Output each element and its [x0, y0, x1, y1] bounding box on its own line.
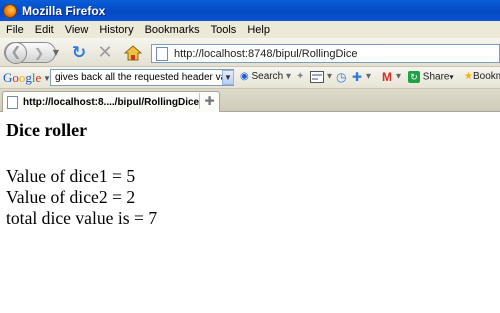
window-titlebar: Mozilla Firefox: [0, 0, 500, 21]
pagerank-icon[interactable]: [310, 71, 324, 86]
search-options-dropdown-icon[interactable]: ▾: [286, 71, 291, 82]
google-search-button[interactable]: ◉ Search: [240, 71, 283, 82]
navigation-toolbar: ❮ ❯ ▼ ↻ ✕ http://localhost:8748/bipul/Ro…: [0, 38, 500, 67]
tab-label: http://localhost:8..../bipul/RollingDice: [23, 96, 200, 108]
forward-arrow-icon[interactable]: ❯: [31, 45, 47, 61]
menu-view[interactable]: View: [61, 24, 96, 36]
tab-bar: http://localhost:8..../bipul/RollingDice…: [0, 89, 500, 112]
back-arrow-icon[interactable]: ❮: [5, 42, 27, 64]
dice-results: Value of dice1 = 5 Value of dice2 = 2 to…: [6, 166, 494, 229]
menu-bookmarks[interactable]: Bookmarks: [141, 24, 207, 36]
page-icon: [7, 95, 18, 109]
menu-help[interactable]: Help: [243, 24, 277, 36]
menu-tools[interactable]: Tools: [207, 24, 244, 36]
menu-bar: File Edit View History Bookmarks Tools H…: [0, 21, 500, 38]
page-heading: Dice roller: [6, 120, 88, 140]
address-bar[interactable]: http://localhost:8748/bipul/RollingDice: [151, 44, 500, 63]
total-value-line: total dice value is = 7: [6, 208, 158, 228]
gmail-dropdown-icon[interactable]: ▾: [396, 71, 401, 82]
home-icon[interactable]: [123, 44, 143, 62]
star-icon: ★: [464, 71, 473, 82]
binoculars-icon: ◉: [240, 71, 249, 82]
pagerank-dropdown-icon[interactable]: ▾: [327, 71, 332, 82]
share-button[interactable]: ↻ Share▾: [408, 71, 453, 83]
share-icon: ↻: [408, 71, 420, 83]
firefox-logo-icon: [3, 3, 17, 18]
new-tab-plus-icon[interactable]: ✚: [199, 93, 219, 109]
menu-history[interactable]: History: [95, 24, 140, 36]
dice1-value-line: Value of dice1 = 5: [6, 166, 136, 186]
tab-rolling-dice[interactable]: http://localhost:8..../bipul/RollingDice: [2, 91, 220, 112]
reload-icon[interactable]: ↻: [70, 44, 88, 62]
highlight-icon[interactable]: ✦: [296, 71, 304, 82]
gmail-icon[interactable]: M: [382, 70, 392, 84]
google-logo[interactable]: Google: [3, 70, 41, 86]
history-dropdown-icon[interactable]: ▼: [50, 47, 62, 59]
menu-edit[interactable]: Edit: [31, 24, 61, 36]
google-toolbar: Google ▼ gives back all the requested he…: [0, 67, 500, 89]
extras-dropdown-icon[interactable]: ▾: [366, 71, 371, 82]
share-dropdown-icon: ▾: [449, 72, 454, 82]
google-search-label: Search: [251, 71, 284, 82]
google-search-input[interactable]: gives back all the requested header valu…: [50, 69, 234, 86]
clock-icon[interactable]: ◷: [336, 70, 346, 84]
dice2-value-line: Value of dice2 = 2: [6, 187, 136, 207]
page-icon: [156, 46, 168, 61]
window-title: Mozilla Firefox: [22, 3, 106, 18]
google-search-dropdown-icon[interactable]: ▼: [222, 70, 234, 85]
bookmarks-button[interactable]: ★Bookm: [464, 71, 500, 82]
puzzle-icon[interactable]: ✚: [352, 70, 362, 84]
menu-file[interactable]: File: [2, 24, 31, 36]
page-content: Dice roller Value of dice1 = 5 Value of …: [0, 112, 500, 313]
address-url: http://localhost:8748/bipul/RollingDice: [174, 47, 358, 60]
stop-icon[interactable]: ✕: [96, 44, 114, 62]
bookmarks-label: Bookm: [472, 71, 500, 82]
share-label: Share: [422, 71, 450, 83]
